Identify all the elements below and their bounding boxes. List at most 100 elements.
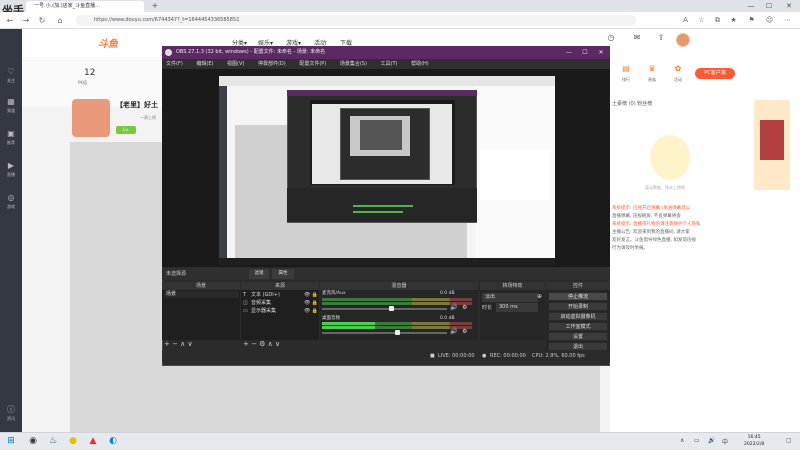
noble-icon[interactable]: ♛ xyxy=(640,64,664,73)
obs-taskbar-icon[interactable]: ◉ xyxy=(26,434,40,448)
obs-menu-bar: 文件(F) 编辑(E) 视图(V) 停靠部件(D) 配置文件(P) 场景集合(S… xyxy=(162,59,610,69)
tv-icon: ▣ xyxy=(7,129,15,138)
start-icon[interactable]: ⊞ xyxy=(4,434,18,448)
speaker-icon[interactable]: 🔊 xyxy=(450,328,457,335)
collections-icon[interactable]: ⧉ xyxy=(712,15,723,26)
scene-controls[interactable]: + − ∧ ∨ xyxy=(164,340,193,349)
captured-meter xyxy=(353,211,403,213)
obs-close-button[interactable]: ✕ xyxy=(594,46,608,59)
favorites-icon[interactable]: ★ xyxy=(728,15,739,26)
play-icon: ▶ xyxy=(7,161,15,170)
chat-line: 主播公告: 欢迎来到我的直播间, 请大家 xyxy=(612,230,690,235)
anchor-avatar[interactable] xyxy=(72,99,110,137)
notification-icon[interactable]: ▢ xyxy=(786,437,792,444)
window-maximize-button[interactable]: ☐ xyxy=(762,0,776,12)
menu-help[interactable]: 帮助(H) xyxy=(411,61,429,67)
obs-status-bar: ■ LIVE: 00:00:00 ● REC: 00:00:00 CPU: 2.… xyxy=(162,350,610,362)
menu-file[interactable]: 文件(F) xyxy=(166,61,183,67)
obs-minimize-button[interactable]: — xyxy=(562,46,576,59)
upload-icon[interactable]: ⇪ xyxy=(646,33,676,42)
scenes-dock-title: 场景 xyxy=(162,282,240,290)
captured-chat xyxy=(480,150,550,200)
gamepad-icon: ◎ xyxy=(7,193,15,202)
chat-line: 系统提示: 直播带礼物的请注意保护个人隐私 xyxy=(612,222,701,227)
visibility-lock-icons[interactable]: 👁 🔒 xyxy=(304,292,318,299)
user-avatar[interactable] xyxy=(676,33,690,47)
sidebar-item-recommend[interactable]: ▣ 推荐 xyxy=(0,128,22,152)
edge-icon[interactable]: ◐ xyxy=(106,434,120,448)
app-icon[interactable]: ● xyxy=(66,434,80,448)
sidebar-item-live[interactable]: ▶ 直播 xyxy=(0,160,22,184)
system-clock[interactable]: 16:45 2022/2/8 xyxy=(744,434,764,448)
network-icon[interactable]: ▭ xyxy=(694,437,700,444)
ime-icon[interactable]: 中 xyxy=(722,437,728,446)
menu-edit[interactable]: 编辑(E) xyxy=(196,61,213,67)
visibility-lock-icons[interactable]: 👁 🔒 xyxy=(304,300,318,307)
menu-view[interactable]: 视图(V) xyxy=(227,61,244,67)
room-title: 【老里】好土 xyxy=(116,101,158,109)
duration-input[interactable]: 300 ms xyxy=(496,303,538,312)
sidebar-item-follow[interactable]: ♡ 关注 xyxy=(0,66,22,90)
window-minimize-button[interactable]: — xyxy=(744,0,758,12)
rank-tabs[interactable]: 土豪榜 (0) 粉丝榜 xyxy=(612,100,742,110)
window-close-button[interactable]: ✕ xyxy=(782,0,796,12)
settings-button[interactable]: 设置 xyxy=(548,332,608,341)
menu-scene-collection[interactable]: 场景集合(S) xyxy=(340,61,367,67)
extensions-icon[interactable]: ⚑ xyxy=(746,15,757,26)
chat-line: 友好发言。斗鱼倡导绿色直播, 如发现违规 xyxy=(612,238,696,243)
obs-maximize-button[interactable]: ☐ xyxy=(578,46,592,59)
stop-streaming-button[interactable]: 停止推流 xyxy=(548,292,608,301)
obs-title-bar[interactable]: OBS 27.1.3 (32 bit, windows) - 配置文件: 未命名… xyxy=(162,46,610,59)
properties-button[interactable]: 属性 xyxy=(272,269,294,279)
profile-icon[interactable]: ☺ xyxy=(764,15,775,26)
sidebar-item-news[interactable]: ⓘ 资讯 xyxy=(0,404,22,428)
filters-button[interactable]: 滤镜 xyxy=(249,269,269,279)
url-input[interactable]: https://www.douyu.com/6744347?_t=1644454… xyxy=(76,15,636,26)
steam-icon[interactable]: ♨ xyxy=(46,434,60,448)
more-menu-icon[interactable]: ⋯ xyxy=(782,15,793,26)
volume-icon[interactable]: 🔊 xyxy=(708,437,715,444)
add-transition-icon[interactable]: ⊕ xyxy=(537,293,542,300)
start-recording-button[interactable]: 开始录制 xyxy=(548,302,608,311)
chat-messages: 系统提示: 已经开启弹幕 (发送弹幕可以 直播弹幕, 违规刷屏, 不良弹幕将会 … xyxy=(612,205,742,253)
rank-icon[interactable]: ▤ xyxy=(614,64,638,73)
rank-label: 排行 xyxy=(622,77,630,82)
tray-chevron-icon[interactable]: ∧ xyxy=(680,437,684,444)
browser-tab[interactable]: 一号.小.(加.)店家_斗鱼直播... xyxy=(26,1,144,12)
menu-docks[interactable]: 停靠部件(D) xyxy=(258,61,286,67)
scene-item[interactable]: 场景 xyxy=(164,291,239,298)
game-icon[interactable]: ▲ xyxy=(86,434,100,448)
mixer-mic-knob[interactable] xyxy=(388,306,394,311)
forward-button[interactable]: → xyxy=(20,15,32,27)
read-aloud-icon[interactable]: A xyxy=(680,15,691,26)
gear-icon[interactable]: ⚙ xyxy=(462,304,467,311)
menu-profile[interactable]: 配置文件(P) xyxy=(299,61,326,67)
start-virtual-camera-button[interactable]: 启动虚拟摄像机 xyxy=(548,312,608,321)
home-button[interactable]: ⌂ xyxy=(54,15,66,27)
visibility-lock-icons[interactable]: 👁 🔒 xyxy=(304,308,318,315)
recursive-obs-3 xyxy=(360,120,402,150)
pc-client-button[interactable]: PC客户端 xyxy=(695,68,735,79)
clock-date: 2022/2/8 xyxy=(744,442,765,447)
event-icon[interactable]: ✿ xyxy=(666,64,690,73)
mixer-desktop-knob[interactable] xyxy=(395,330,400,335)
douyu-logo[interactable]: 斗鱼 xyxy=(98,35,118,50)
menu-tools[interactable]: 工具(T) xyxy=(381,61,398,67)
favorite-star-icon[interactable]: ☆ xyxy=(696,15,707,26)
back-button[interactable]: ← xyxy=(4,15,16,27)
sidebar-item-game[interactable]: ◎ 游戏 xyxy=(0,192,22,216)
mixer-desktop-slider[interactable] xyxy=(322,332,447,334)
mixer-mic-slider[interactable] xyxy=(322,308,447,310)
captured-sidebar xyxy=(219,86,227,265)
duration-label: 时长 xyxy=(482,305,493,311)
sidebar-item-channel[interactable]: ▦ 频道 xyxy=(0,96,22,120)
heart-icon: ♡ xyxy=(7,67,15,76)
gear-icon[interactable]: ⚙ xyxy=(462,328,467,335)
refresh-button[interactable]: ↻ xyxy=(36,15,48,27)
speaker-icon[interactable]: 🔊 xyxy=(450,304,457,311)
source-controls[interactable]: + − ⚙ ∧ ∨ xyxy=(243,340,280,349)
studio-mode-button[interactable]: 工作室模式 xyxy=(548,322,608,331)
transition-select[interactable]: 淡出 xyxy=(482,293,538,302)
new-tab-button[interactable]: + xyxy=(150,1,160,11)
mixer-desktop-level xyxy=(322,326,375,329)
